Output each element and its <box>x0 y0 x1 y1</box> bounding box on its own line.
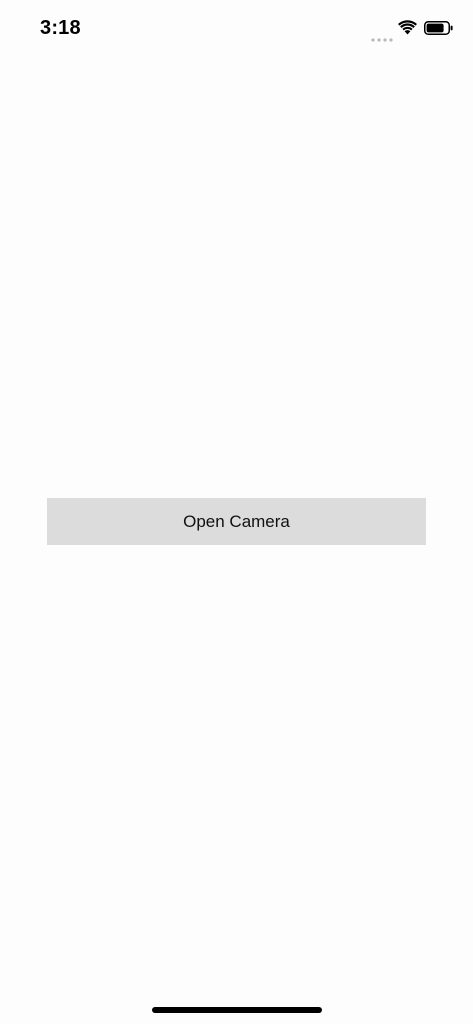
home-indicator[interactable] <box>152 1007 322 1013</box>
signal-dots-icon <box>371 30 393 42</box>
app-screen: 3:18 Open Camera <box>0 0 473 1024</box>
wifi-icon <box>398 20 417 35</box>
battery-icon <box>424 21 454 35</box>
status-bar: 3:18 <box>0 0 473 56</box>
open-camera-button[interactable]: Open Camera <box>47 498 426 545</box>
status-time: 3:18 <box>40 17 81 39</box>
